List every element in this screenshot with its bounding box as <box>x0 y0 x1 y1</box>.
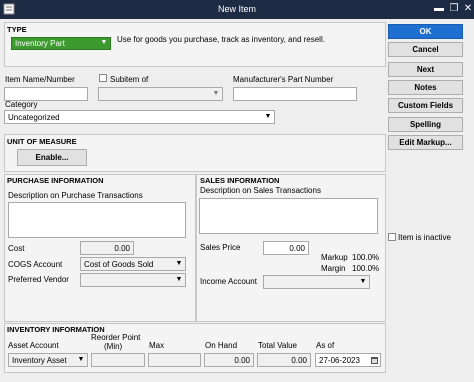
edit-markup-button[interactable]: Edit Markup... <box>388 135 463 150</box>
item-type-dropdown[interactable]: Inventory Part ▼ <box>11 37 111 50</box>
chevron-down-icon: ▼ <box>175 260 183 267</box>
cogs-value: Cost of Goods Sold <box>84 260 154 269</box>
item-name-input[interactable] <box>4 87 88 101</box>
purchase-desc-label: Description on Purchase Transactions <box>8 191 143 200</box>
item-type-value: Inventory Part <box>15 39 65 48</box>
on-hand-input[interactable]: 0.00 <box>204 353 254 367</box>
item-name-label: Item Name/Number <box>5 75 75 84</box>
on-hand-label: On Hand <box>205 341 238 350</box>
markup-value: 100.0% <box>352 253 380 262</box>
mpn-input[interactable] <box>233 87 357 101</box>
spelling-button[interactable]: Spelling <box>388 117 463 132</box>
asset-account-value: Inventory Asset <box>12 356 67 365</box>
close-icon[interactable]: ✕ <box>460 2 474 16</box>
minimize-icon[interactable]: ▬ <box>431 2 447 16</box>
vendor-dropdown[interactable]: ▼ <box>80 273 186 287</box>
cost-input[interactable]: 0.00 <box>80 241 134 255</box>
category-value: Uncategorized <box>8 113 60 122</box>
vendor-label: Preferred Vendor <box>8 275 69 284</box>
total-value-value: 0.00 <box>291 356 307 365</box>
enable-uom-button[interactable]: Enable... <box>17 149 87 166</box>
purchase-section-label: PURCHASE INFORMATION <box>7 176 104 185</box>
sales-section-label: SALES INFORMATION <box>200 176 280 185</box>
purchase-description-input[interactable] <box>8 202 186 238</box>
type-description: Use for goods you purchase, track as inv… <box>117 35 325 44</box>
max-label: Max <box>149 341 165 350</box>
income-account-label: Income Account <box>200 277 257 286</box>
title-bar: New Item ▬ ❐ ✕ <box>0 0 474 19</box>
next-button[interactable]: Next <box>388 62 463 77</box>
reorder-point-sublabel: (Min) <box>104 342 123 351</box>
chevron-down-icon: ▼ <box>264 113 272 120</box>
sales-desc-label: Description on Sales Transactions <box>200 186 321 195</box>
category-label: Category <box>5 100 38 109</box>
subitem-dropdown[interactable]: ▼ <box>98 87 223 101</box>
margin-label: Margin <box>321 264 346 273</box>
cogs-dropdown[interactable]: Cost of Goods Sold ▼ <box>80 257 186 271</box>
asset-account-label: Asset Account <box>8 341 59 350</box>
window-title: New Item <box>217 4 256 14</box>
margin-value: 100.0% <box>352 264 380 273</box>
subitem-checkbox[interactable] <box>99 74 107 82</box>
chevron-down-icon: ▼ <box>175 276 183 283</box>
cogs-label: COGS Account <box>8 260 63 269</box>
sales-description-input[interactable] <box>199 198 378 234</box>
chevron-down-icon: ▼ <box>77 356 85 363</box>
sales-price-value: 0.00 <box>289 244 305 253</box>
subitem-label: Subitem of <box>110 75 149 84</box>
custom-fields-button[interactable]: Custom Fields <box>388 98 463 113</box>
markup-label: Markup <box>321 253 348 262</box>
cost-label: Cost <box>8 244 25 253</box>
item-inactive-checkbox[interactable] <box>388 233 396 241</box>
item-inactive-label: Item is inactive <box>398 233 451 242</box>
chevron-down-icon: ▼ <box>359 278 367 285</box>
inventory-section-label: INVENTORY INFORMATION <box>7 325 105 334</box>
uom-section-label: UNIT OF MEASURE <box>7 137 77 146</box>
reorder-point-input[interactable] <box>91 353 145 367</box>
on-hand-value: 0.00 <box>234 356 250 365</box>
total-value-input[interactable]: 0.00 <box>257 353 311 367</box>
ok-button[interactable]: OK <box>388 24 463 39</box>
category-dropdown[interactable]: Uncategorized ▼ <box>4 110 275 124</box>
total-value-label: Total Value <box>258 341 297 350</box>
mpn-label: Manufacturer's Part Number <box>233 75 334 84</box>
cost-value: 0.00 <box>114 244 130 253</box>
asset-account-dropdown[interactable]: Inventory Asset ▼ <box>8 353 88 367</box>
as-of-label: As of <box>316 341 335 350</box>
as-of-date-input[interactable]: 27-06-2023 <box>315 353 381 367</box>
sales-price-input[interactable]: 0.00 <box>263 241 309 255</box>
chevron-down-icon: ▼ <box>212 90 220 97</box>
as-of-date-value: 27-06-2023 <box>319 356 360 365</box>
cancel-button[interactable]: Cancel <box>388 42 463 57</box>
max-input[interactable] <box>148 353 201 367</box>
type-section-label: TYPE <box>7 25 27 34</box>
notes-button[interactable]: Notes <box>388 80 463 95</box>
reorder-point-label: Reorder Point <box>91 333 141 342</box>
sales-price-label: Sales Price <box>200 243 241 252</box>
income-account-dropdown[interactable]: ▼ <box>263 275 370 289</box>
chevron-down-icon: ▼ <box>100 39 108 46</box>
calendar-icon[interactable] <box>371 357 378 364</box>
